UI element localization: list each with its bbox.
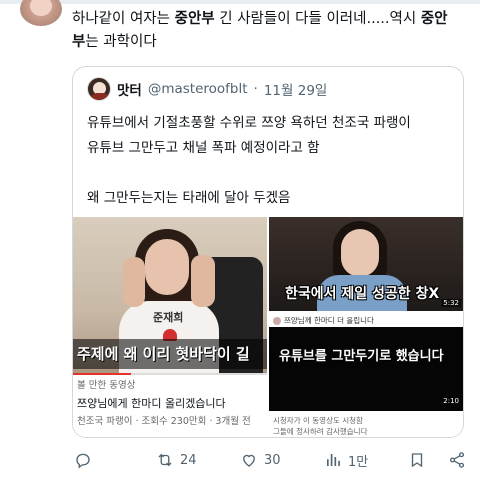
share-icon — [449, 452, 465, 468]
tweet-actions: 24 30 1만 — [72, 448, 468, 472]
video-caption: 주제에 왜 이리 혓바닥이 길 — [73, 339, 267, 369]
channel-avatar — [273, 316, 281, 325]
media-image-left[interactable]: 준재희 주제에 왜 이리 혓바닥이 길 볼 만한 동영상 쯔양님에게 한마디 올… — [73, 217, 267, 437]
retweet-button[interactable]: 24 — [156, 448, 197, 472]
share-button[interactable] — [448, 448, 466, 472]
tweet-text-part: 하나같이 여자는 — [72, 11, 175, 27]
quote-author-name[interactable]: 맛터 — [117, 79, 142, 99]
quote-author-handle[interactable]: @masteroofblt — [148, 81, 248, 97]
views-icon — [327, 454, 340, 466]
reply-button[interactable] — [74, 448, 98, 472]
quote-avatar[interactable] — [87, 77, 111, 101]
video-info: 시청자가 이 동영상도 시청함 그들에 정사하려 감사했습니다 — [273, 415, 367, 437]
channel-title: 쯔양님께 한마디 더 올립니다 — [284, 316, 374, 325]
shirt-text: 준재희 — [153, 311, 184, 324]
top-strip — [0, 0, 480, 4]
quote-body: 유튜브에서 기절초풍할 수위로 쯔양 욕하던 천조국 파랭이 유튜브 그만두고 … — [87, 111, 453, 211]
quote-date[interactable]: 11월 29일 — [264, 79, 328, 99]
tweet-text-bold: 부 — [72, 34, 86, 50]
tweet-text-bold: 중안 — [420, 11, 448, 27]
quote-separator: · — [253, 81, 258, 97]
retweet-count: 24 — [180, 452, 197, 468]
tweet-text-part: 는 과학이다 — [85, 34, 157, 50]
tweet-text-part: 긴 사람들이 다들 이러네.....역시 — [214, 11, 421, 27]
quote-media-grid: 준재희 주제에 왜 이리 혓바닥이 길 볼 만한 동영상 쯔양님에게 한마디 올… — [73, 217, 463, 437]
tweet-text-bold: 중안부 — [174, 11, 215, 27]
video-info-line: 시청자가 이 동영상도 시청함 — [273, 416, 363, 425]
quote-header: 맛터 @masteroofblt · 11월 29일 — [87, 77, 327, 101]
heart-icon — [243, 454, 255, 467]
tweet-text: 하나같이 여자는 중안부 긴 사람들이 다들 이러네.....역시 중안 부는 … — [72, 8, 468, 54]
video-frame — [269, 327, 463, 411]
views-button[interactable]: 1만 — [324, 448, 368, 472]
video-progress-bar — [73, 373, 267, 375]
video-info-above: 볼 만한 동영상 — [77, 380, 136, 391]
video-duration: 2:10 — [443, 397, 459, 405]
retweet-icon — [158, 453, 172, 467]
views-count: 1만 — [348, 454, 369, 470]
bookmark-icon — [411, 453, 423, 468]
video-caption: 한국에서 제일 성공한 창X — [285, 286, 440, 302]
media-image-right-bottom[interactable]: 쯔양님께 한마디 더 올립니다 유튜브를 그만두기로 했습니다 2:10 시청자… — [269, 313, 463, 437]
like-count: 30 — [264, 452, 281, 468]
video-info-line: 그들에 정사하려 감사했습니다 — [273, 427, 368, 436]
bookmark-button[interactable] — [408, 448, 426, 472]
video-caption: 유튜브를 그만두기로 했습니다 — [279, 349, 444, 364]
author-avatar[interactable] — [20, 0, 62, 26]
channel-line: 쯔양님께 한마디 더 올립니다 — [273, 315, 374, 326]
media-image-right-top[interactable]: 한국에서 제일 성공한 창X 5:32 — [269, 217, 463, 311]
like-button[interactable]: 30 — [240, 448, 281, 472]
video-info: 볼 만한 동영상 쯔양님에게 한마디 올리겠습니다 천조국 파랭이 · 조회수 … — [77, 377, 263, 431]
reply-icon — [76, 453, 90, 469]
quoted-tweet[interactable]: 맛터 @masteroofblt · 11월 29일 유튜브에서 기절초풍할 수… — [72, 66, 464, 438]
video-title: 쯔양님에게 한마디 올리겠습니다 — [77, 397, 226, 410]
video-duration: 5:32 — [441, 299, 461, 307]
quote-body-line: 유튜브 그만두고 채널 폭파 예정이라고 함 — [87, 140, 320, 156]
video-progress-fill — [73, 373, 132, 375]
video-meta: 천조국 파랭이 · 조회수 230만회 · 3개월 전 — [77, 416, 251, 427]
quote-body-line: 왜 그만두는지는 타래에 달아 두겠음 — [87, 190, 291, 206]
quote-body-line: 유튜브에서 기절초풍할 수위로 쯔양 욕하던 천조국 파랭이 — [87, 115, 411, 131]
